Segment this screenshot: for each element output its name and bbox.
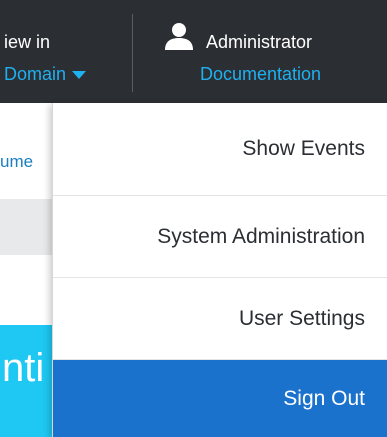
background-banner-title-fragment: nti xyxy=(2,346,45,390)
user-dropdown-menu: Show Events System Administration User S… xyxy=(52,103,387,437)
domain-dropdown-label: Domain xyxy=(4,64,67,84)
top-header: iew in Domain Administrator Documentatio… xyxy=(0,0,387,103)
background-panel-2 xyxy=(0,255,60,325)
view-in-label: iew in xyxy=(4,32,51,52)
menu-item-show-events[interactable]: Show Events xyxy=(53,103,387,196)
menu-item-user-settings[interactable]: User Settings xyxy=(53,278,387,360)
domain-dropdown[interactable]: Domain xyxy=(4,64,87,85)
view-in-selector: iew in Domain xyxy=(0,0,132,103)
user-icon xyxy=(165,23,193,50)
caret-down-icon xyxy=(72,70,87,79)
menu-item-sign-out[interactable]: Sign Out xyxy=(53,360,387,437)
background-panel xyxy=(0,103,60,199)
app-frame: ume nti iew in Domain Administrator Docu… xyxy=(0,0,387,437)
background-gray-bar xyxy=(0,199,60,255)
user-name[interactable]: Administrator xyxy=(206,32,312,53)
user-menu-trigger[interactable]: Administrator Documentation xyxy=(160,0,387,103)
menu-item-system-administration[interactable]: System Administration xyxy=(53,196,387,278)
documentation-link[interactable]: Documentation xyxy=(200,64,321,85)
header-divider xyxy=(132,14,133,92)
background-link-fragment[interactable]: ume xyxy=(0,152,52,172)
